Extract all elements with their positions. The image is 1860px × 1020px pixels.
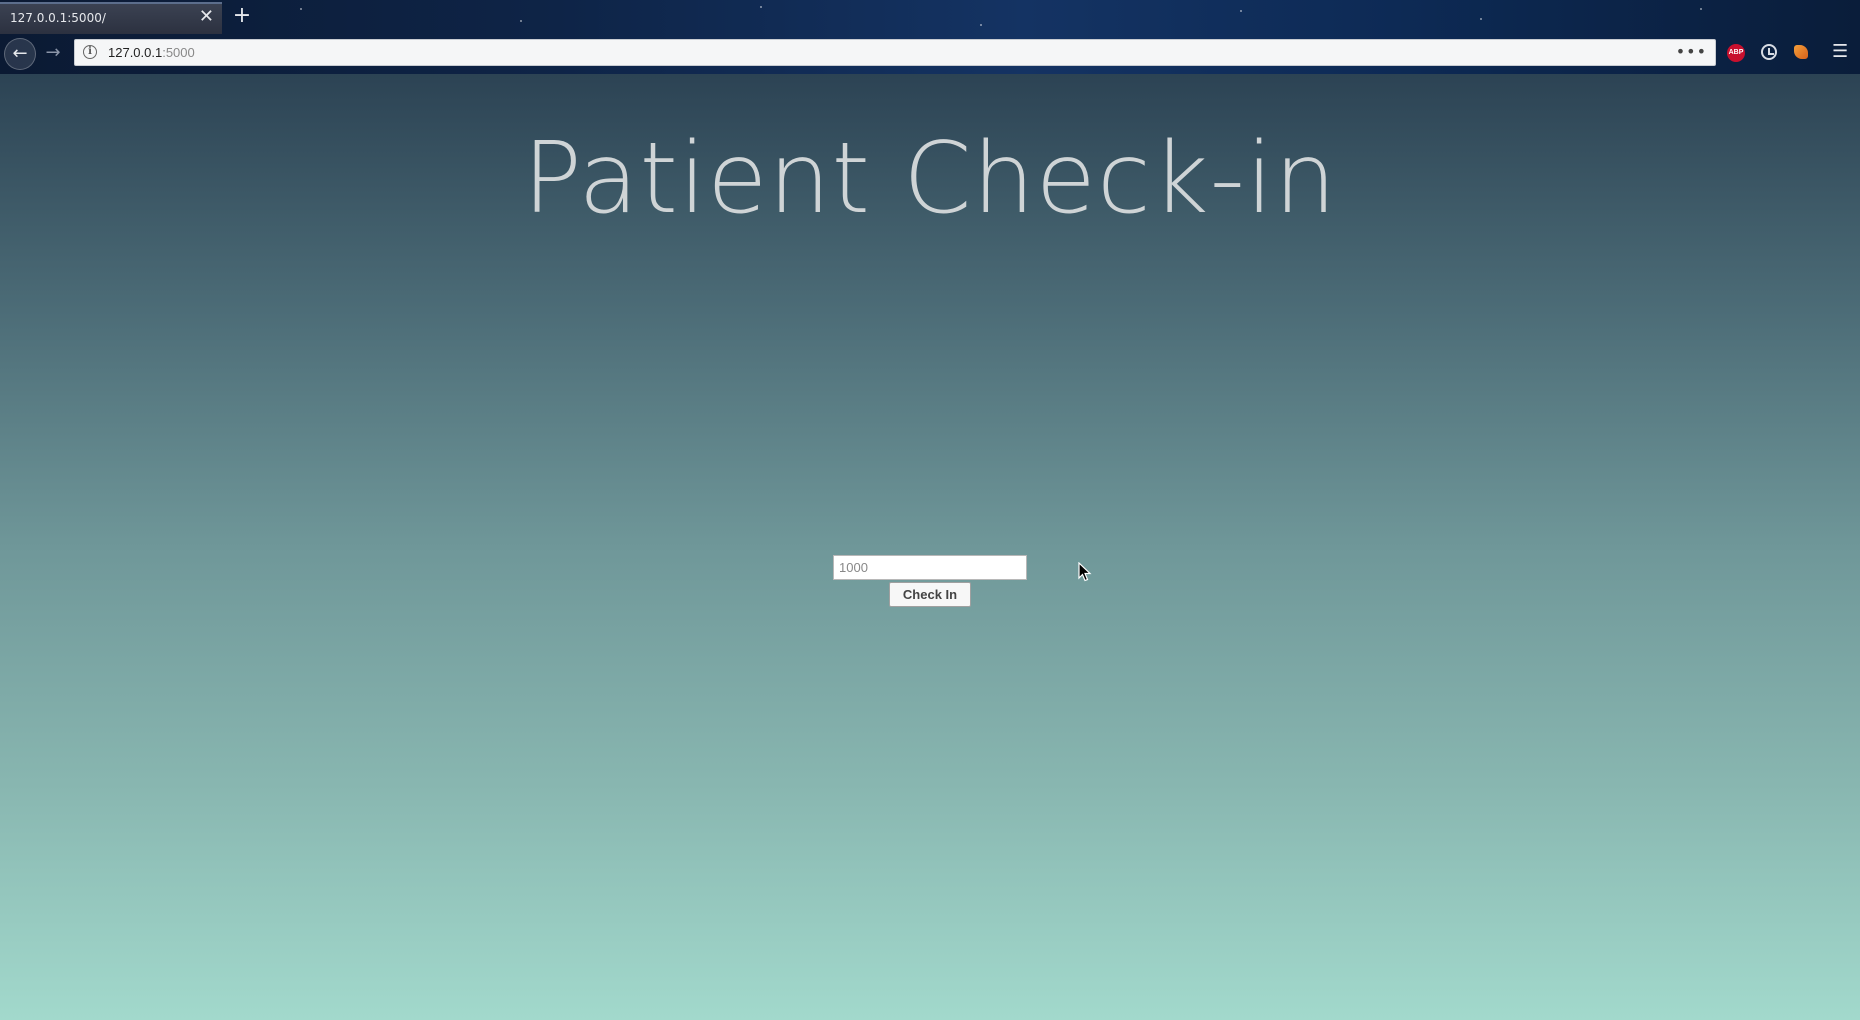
browser-chrome: 127.0.0.1:5000/ ✕ + ← → i 127.0.0.1:5000…	[0, 0, 1860, 74]
mouse-cursor-icon	[1078, 561, 1092, 586]
more-icon[interactable]: •••	[1676, 42, 1707, 61]
tab-title: 127.0.0.1:5000/	[10, 11, 106, 25]
forward-icon[interactable]: →	[38, 38, 68, 68]
info-icon[interactable]: i	[83, 45, 97, 59]
url-port: :5000	[162, 45, 195, 60]
url-host: 127.0.0.1	[108, 45, 163, 60]
url-text: 127.0.0.1:5000	[108, 45, 195, 60]
back-icon[interactable]: ←	[4, 38, 36, 70]
adblock-icon[interactable]: ABP	[1727, 44, 1745, 62]
address-bar[interactable]: i 127.0.0.1:5000 •••	[74, 39, 1716, 66]
checkin-form: Check In	[833, 555, 1027, 607]
history-icon[interactable]	[1761, 44, 1777, 60]
new-tab-button[interactable]: +	[230, 3, 254, 29]
browser-tab[interactable]: 127.0.0.1:5000/ ✕	[0, 2, 222, 34]
close-icon[interactable]: ✕	[199, 7, 214, 27]
menu-icon[interactable]: ☰	[1832, 43, 1848, 61]
fox-icon[interactable]	[1794, 45, 1808, 59]
patient-id-input[interactable]	[833, 555, 1027, 580]
check-in-button[interactable]: Check In	[889, 582, 971, 607]
page-title: Patient Check-in	[522, 122, 1338, 236]
page-content: Patient Check-in Check In	[0, 74, 1860, 1020]
